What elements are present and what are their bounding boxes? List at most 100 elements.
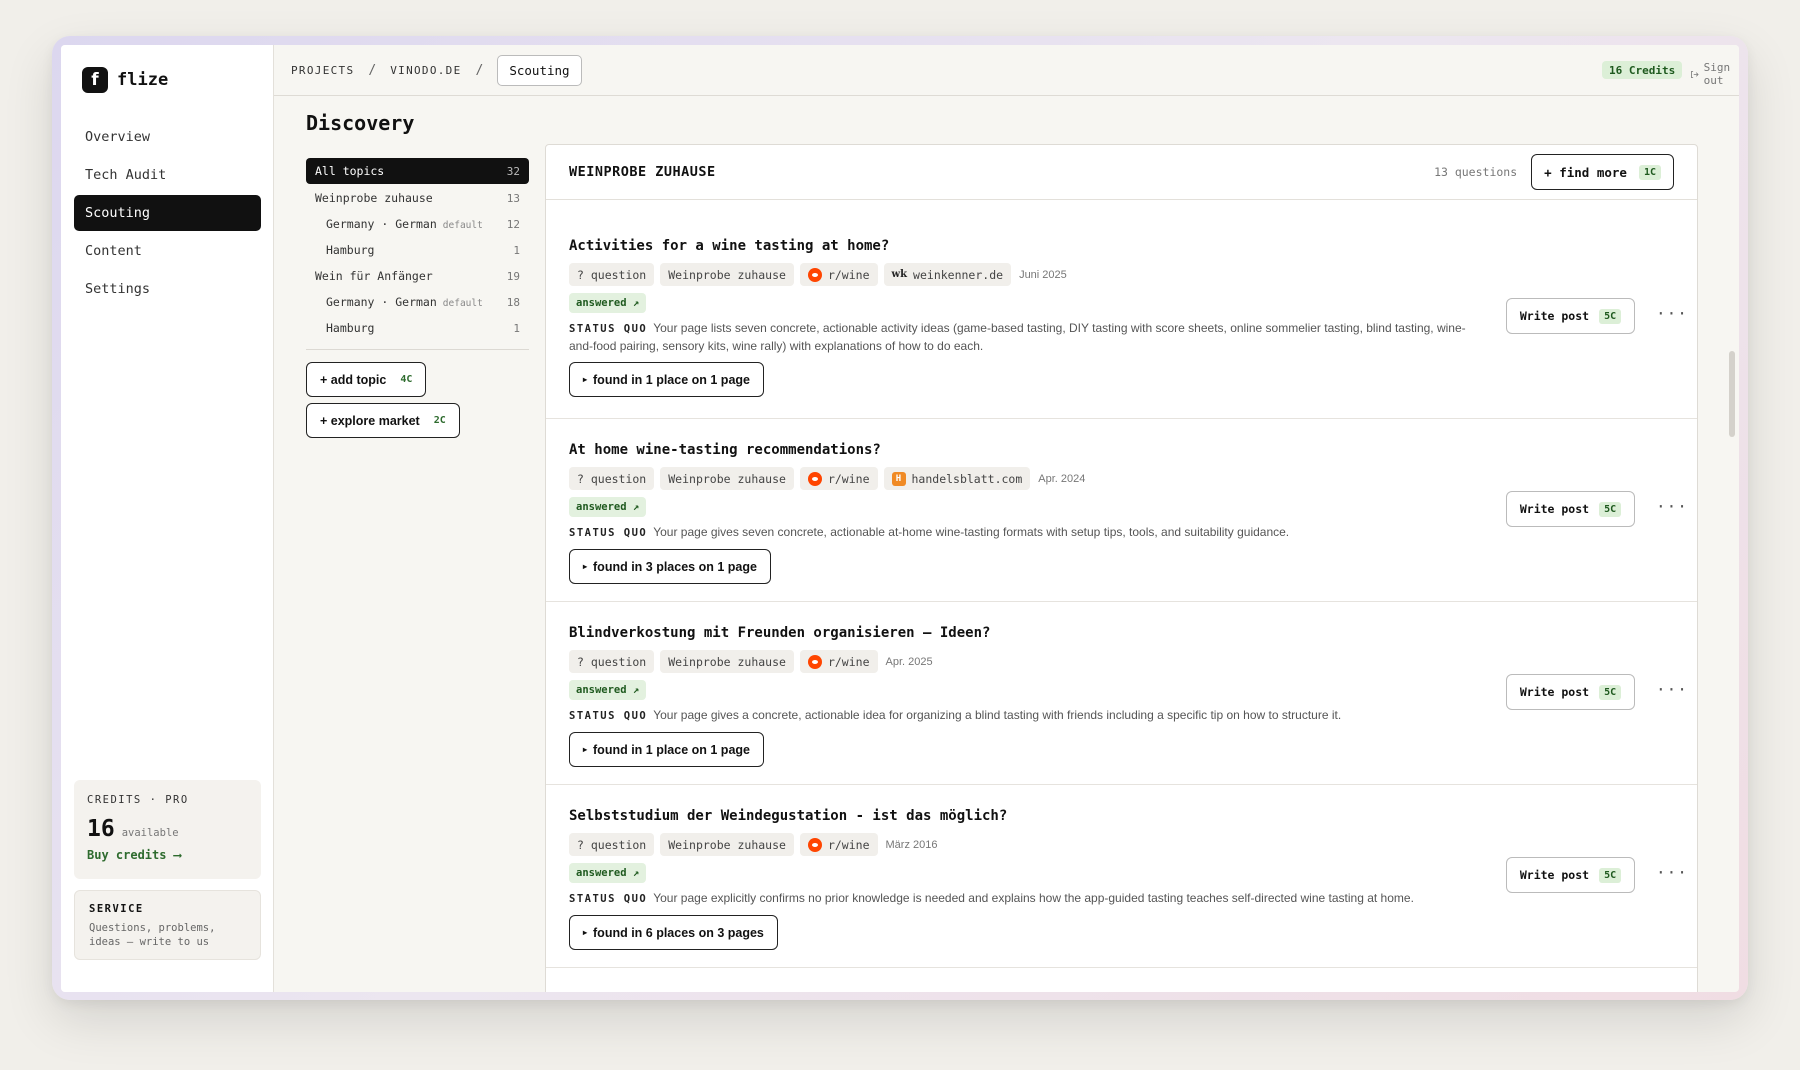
topic-all[interactable]: All topics 32 bbox=[306, 158, 529, 184]
write-post-button[interactable]: Write post 5C bbox=[1506, 857, 1635, 893]
caret-right-icon: ▸ bbox=[583, 375, 588, 384]
answered-badge[interactable]: answered ↗ bbox=[569, 863, 647, 883]
write-post-cost: 5C bbox=[1599, 867, 1622, 883]
question-title[interactable]: Blindverkostung mit Freunden organisiere… bbox=[569, 625, 1697, 641]
service-card[interactable]: SERVICE Questions, problems, ideas — wri… bbox=[74, 890, 261, 960]
topic-label: All topics bbox=[315, 164, 385, 178]
sidebar-item-content[interactable]: Content bbox=[74, 233, 261, 269]
question-item: Selbststudium der Weindegustation - ist … bbox=[546, 785, 1697, 968]
source-tag[interactable]: r/wine bbox=[799, 263, 878, 286]
status-quo: STATUS QUO Your page explicitly confirms … bbox=[569, 890, 1489, 908]
topic-label: Hamburg bbox=[326, 321, 375, 335]
found-in-button[interactable]: ▸ found in 1 place on 1 page bbox=[569, 362, 764, 397]
logo-icon: f bbox=[82, 67, 108, 93]
sidebar-item-settings[interactable]: Settings bbox=[74, 271, 261, 307]
find-more-button[interactable]: + find more 1C bbox=[1531, 154, 1674, 190]
sign-out-label: Sign out bbox=[1703, 61, 1731, 87]
caret-right-icon: ▸ bbox=[583, 745, 588, 754]
explore-market-label: + explore market bbox=[320, 413, 420, 428]
breadcrumb: PROJECTS / VINODO.DE / Scouting bbox=[291, 55, 582, 86]
source-tag[interactable]: wk weinkenner.de bbox=[883, 263, 1012, 286]
type-tag: ? question bbox=[569, 263, 655, 286]
source-label: handelsblatt.com bbox=[911, 471, 1023, 486]
answered-badge[interactable]: answered ↗ bbox=[569, 293, 647, 313]
add-topic-button[interactable]: + add topic 4C bbox=[306, 362, 427, 397]
sidebar-item-scouting[interactable]: Scouting bbox=[74, 195, 261, 231]
more-options-icon[interactable]: ··· bbox=[1656, 497, 1688, 516]
reddit-icon bbox=[807, 267, 822, 282]
question-date: Apr. 2025 bbox=[885, 655, 933, 668]
source-tag[interactable]: r/wine bbox=[799, 650, 878, 673]
buy-credits-link[interactable]: Buy credits ⟶ bbox=[87, 848, 248, 862]
panel-title: WEINPROBE ZUHAUSE bbox=[569, 164, 716, 180]
status-quo-label: STATUS QUO bbox=[569, 323, 648, 335]
write-post-button[interactable]: Write post 5C bbox=[1506, 674, 1635, 710]
sign-out-icon bbox=[1691, 70, 1699, 78]
sign-out-button[interactable]: Sign out bbox=[1690, 61, 1739, 87]
question-title[interactable]: Selbststudium der Weindegustation - ist … bbox=[569, 808, 1697, 824]
question-title[interactable]: Activities for a wine tasting at home? bbox=[569, 238, 1697, 254]
found-in-label: found in 1 place on 1 page bbox=[593, 372, 750, 387]
write-post-button[interactable]: Write post 5C bbox=[1506, 298, 1635, 334]
write-post-cost: 5C bbox=[1599, 501, 1622, 517]
panel-header-actions: 13 questions + find more 1C bbox=[1434, 154, 1674, 190]
question-title[interactable]: At home wine-tasting recommendations? bbox=[569, 442, 1697, 458]
source-label: r/wine bbox=[827, 654, 870, 669]
topic-tag: Weinprobe zuhause bbox=[660, 467, 794, 490]
topic-tag: Weinprobe zuhause bbox=[660, 833, 794, 856]
write-post-button[interactable]: Write post 5C bbox=[1506, 491, 1635, 527]
write-post-label: Write post bbox=[1519, 309, 1590, 323]
find-more-label: + find more bbox=[1544, 164, 1627, 180]
breadcrumb-projects[interactable]: PROJECTS bbox=[291, 64, 354, 77]
topic-count: 12 bbox=[506, 217, 520, 231]
topic-subitem[interactable]: Hamburg 1 bbox=[306, 237, 529, 263]
topic-subitem[interactable]: Hamburg 1 bbox=[306, 315, 529, 341]
sidebar-nav: Overview Tech Audit Scouting Content Set… bbox=[74, 119, 261, 309]
default-tag: default bbox=[442, 220, 483, 231]
credits-badge: 16 Credits bbox=[1602, 61, 1683, 79]
topic-label: Hamburg bbox=[326, 243, 375, 257]
logo[interactable]: f flize bbox=[82, 67, 168, 93]
topics-list: All topics 32 Weinprobe zuhause 13 Germa… bbox=[306, 158, 529, 444]
found-in-button[interactable]: ▸ found in 6 places on 3 pages bbox=[569, 915, 778, 950]
reddit-icon bbox=[807, 471, 822, 486]
more-options-icon[interactable]: ··· bbox=[1656, 863, 1688, 882]
status-quo: STATUS QUO Your page gives seven concrete… bbox=[569, 524, 1489, 542]
question-tags: ? question Weinprobe zuhause r/wine wk we… bbox=[569, 263, 1697, 286]
topic-tag: Weinprobe zuhause bbox=[660, 263, 794, 286]
topic-item[interactable]: Weinprobe zuhause 13 bbox=[306, 185, 529, 211]
topic-subitem[interactable]: Germany · German default 18 bbox=[306, 289, 529, 315]
service-title: SERVICE bbox=[89, 903, 144, 915]
sidebar-item-tech-audit[interactable]: Tech Audit bbox=[74, 157, 261, 193]
topic-count: 18 bbox=[506, 295, 520, 309]
explore-market-button[interactable]: + explore market 2C bbox=[306, 403, 460, 438]
write-post-cost: 5C bbox=[1599, 308, 1622, 324]
more-options-icon[interactable]: ··· bbox=[1656, 304, 1688, 323]
status-quo-label: STATUS QUO bbox=[569, 527, 648, 539]
topic-count: 32 bbox=[506, 164, 520, 178]
status-quo-label: STATUS QUO bbox=[569, 710, 648, 722]
topic-subitem[interactable]: Germany · German default 12 bbox=[306, 211, 529, 237]
sidebar-item-overview[interactable]: Overview bbox=[74, 119, 261, 155]
question-date: Juni 2025 bbox=[1019, 268, 1067, 281]
question-count: 13 questions bbox=[1434, 165, 1518, 179]
app-window: f flize Overview Tech Audit Scouting Con… bbox=[61, 45, 1739, 992]
source-tag[interactable]: r/wine bbox=[799, 467, 878, 490]
found-in-button[interactable]: ▸ found in 1 place on 1 page bbox=[569, 732, 764, 767]
breadcrumb-current[interactable]: Scouting bbox=[497, 55, 582, 86]
add-topic-label: + add topic bbox=[320, 372, 387, 387]
source-tag[interactable]: Hhandelsblatt.com bbox=[883, 467, 1031, 490]
explore-market-cost: 2C bbox=[433, 415, 446, 426]
topic-item[interactable]: Wein für Anfänger 19 bbox=[306, 263, 529, 289]
more-options-icon[interactable]: ··· bbox=[1656, 680, 1688, 699]
breadcrumb-project[interactable]: VINODO.DE bbox=[390, 64, 461, 77]
found-in-button[interactable]: ▸ found in 3 places on 1 page bbox=[569, 549, 771, 584]
source-tag[interactable]: r/wine bbox=[799, 833, 878, 856]
scrollbar[interactable] bbox=[1729, 351, 1735, 437]
answered-badge[interactable]: answered ↗ bbox=[569, 680, 647, 700]
handelsblatt-icon: H bbox=[891, 471, 906, 486]
add-topic-cost: 4C bbox=[400, 374, 413, 385]
answered-badge[interactable]: answered ↗ bbox=[569, 497, 647, 517]
source-label: weinkenner.de bbox=[913, 267, 1004, 282]
topic-count: 13 bbox=[506, 191, 520, 205]
